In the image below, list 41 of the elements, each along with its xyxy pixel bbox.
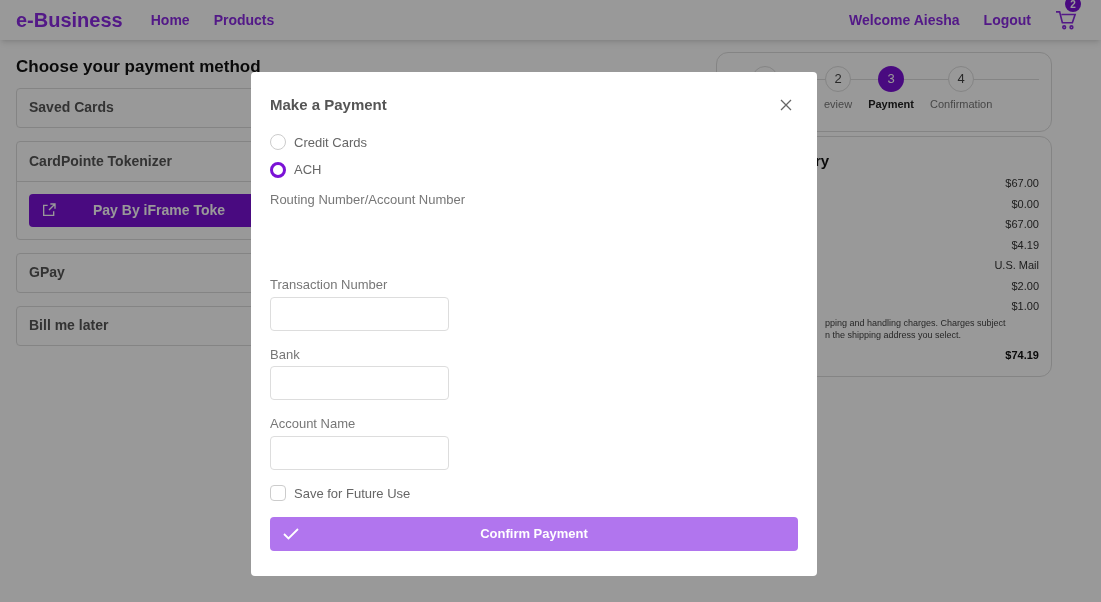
field-label: Account Name xyxy=(270,415,357,433)
checkbox[interactable] xyxy=(270,485,286,502)
summary-value: $0.00 xyxy=(1011,196,1039,212)
dialog-title: Make a Payment xyxy=(270,95,387,115)
step-label: Confirmation xyxy=(930,97,993,112)
confirm-payment-button[interactable]: Confirm Payment xyxy=(270,517,798,551)
step-number: 4 xyxy=(948,66,975,92)
external-link-icon xyxy=(41,202,57,218)
radio-option[interactable]: Credit Cards xyxy=(270,132,798,152)
section-title: Choose your payment method xyxy=(16,56,262,78)
summary-note: pping and handling charges. Charges subject xyxy=(825,316,1007,329)
summary-value: $1.00 xyxy=(1011,299,1039,314)
radio-option[interactable]: ACH xyxy=(270,160,798,180)
summary-value: $67.00 xyxy=(1005,176,1039,191)
field-label: Transaction Number xyxy=(270,276,389,294)
step-number: 2 xyxy=(825,66,852,92)
close-icon[interactable] xyxy=(780,99,792,112)
summary-value: $2.00 xyxy=(1011,278,1039,294)
input-field[interactable] xyxy=(270,296,449,331)
routing-label: Routing Number/Account Number xyxy=(270,190,467,209)
radio-button[interactable] xyxy=(270,161,286,178)
summary-note: n the shipping address you select. xyxy=(825,328,963,341)
brand-logo[interactable]: e-Business xyxy=(16,5,123,35)
summary-value: U.S. Mail xyxy=(994,258,1039,273)
step-label: eview xyxy=(824,97,853,112)
field-label: Bank xyxy=(270,345,301,364)
nav-link[interactable]: Products xyxy=(213,9,275,31)
nav-link[interactable]: Home xyxy=(150,9,190,31)
summary-value: $67.00 xyxy=(1005,217,1039,232)
cart-icon[interactable] xyxy=(1055,10,1077,30)
input-field[interactable] xyxy=(270,366,449,400)
cart-count-badge: 2 xyxy=(1065,0,1081,12)
logout-link[interactable]: Logout xyxy=(983,9,1031,31)
summary-total: $74.19 xyxy=(1005,347,1039,363)
summary-value: $4.19 xyxy=(1011,237,1039,253)
step-number: 3 xyxy=(878,66,905,92)
check-icon xyxy=(283,528,299,540)
welcome-link[interactable]: Welcome Aiesha xyxy=(849,9,960,31)
input-field[interactable] xyxy=(270,435,449,470)
checkbox-label[interactable]: Save for Future Use xyxy=(294,483,411,503)
step-label: Payment xyxy=(868,97,914,112)
